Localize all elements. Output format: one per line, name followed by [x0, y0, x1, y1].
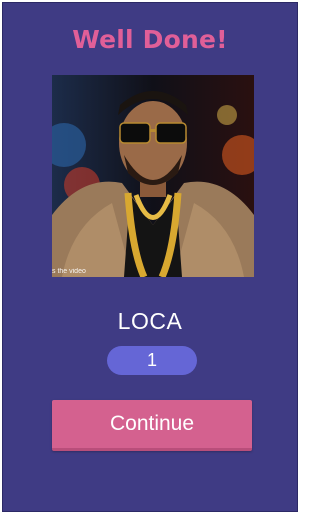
app-screen: Well Done! s the video LOCA 1 Continue: [2, 2, 298, 512]
artist-photo-illustration: [52, 75, 254, 277]
score-badge: 1: [107, 346, 197, 375]
page-title: Well Done!: [72, 25, 228, 54]
artist-photo: s the video: [52, 75, 254, 277]
answer-text: LOCA: [117, 308, 183, 334]
continue-button[interactable]: Continue: [52, 400, 252, 451]
video-caption: s the video: [52, 268, 86, 275]
